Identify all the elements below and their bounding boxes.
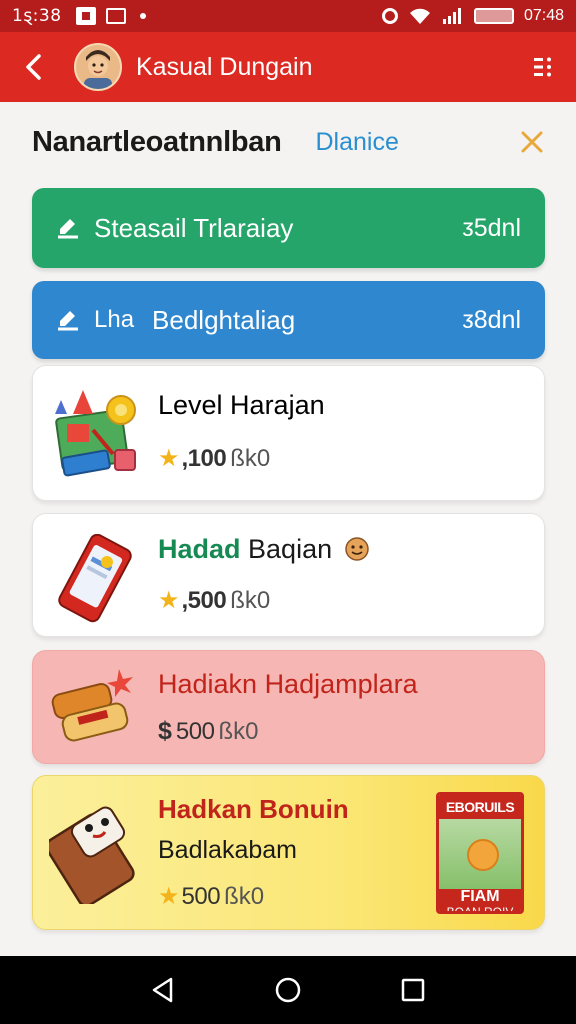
reward-card-hadiakn[interactable]: Hadiakn Hadjamplara $ 500 ßk0 bbox=[32, 650, 545, 764]
status-right: 07:48 bbox=[381, 7, 564, 25]
price-unit: ßk0 bbox=[230, 586, 271, 614]
ticket-roll-icon bbox=[51, 669, 133, 742]
price-unit: ßk0 bbox=[230, 444, 271, 472]
dollar-icon: $ bbox=[158, 717, 172, 745]
price-value: 500 bbox=[175, 717, 215, 745]
image-notification-icon bbox=[105, 8, 126, 24]
back-arrow-icon[interactable] bbox=[16, 49, 52, 85]
star-icon: ★ bbox=[158, 883, 180, 910]
promo-bottom-small: BOAN ROIV bbox=[446, 905, 514, 914]
banner-label: Steasail Trlaraiay bbox=[94, 212, 294, 243]
price-value: ,500 bbox=[181, 586, 227, 614]
star-icon: ★ bbox=[158, 587, 180, 614]
reward-card-hadad[interactable]: Hadad Baqian ★ ,500 ßk0 bbox=[32, 513, 545, 637]
nav-recents-icon[interactable] bbox=[393, 970, 433, 1010]
status-clock: 07:48 bbox=[523, 7, 564, 24]
card-title: Hadad Baqian bbox=[158, 534, 370, 565]
game-map-icon bbox=[55, 390, 136, 477]
promo-top-label: EBORUILS bbox=[439, 795, 521, 819]
chocolate-bar-icon bbox=[49, 806, 135, 904]
more-menu-icon[interactable] bbox=[528, 51, 560, 83]
edit-icon bbox=[56, 215, 82, 241]
reward-card-level[interactable]: Level Harajan ★ ,100 ßk0 bbox=[32, 365, 545, 501]
promo-bottom-big: FIAM bbox=[460, 888, 500, 905]
edit-icon bbox=[56, 307, 82, 333]
card-price: ★ ,500 ßk0 bbox=[158, 586, 270, 615]
status-bar: 1ȿ:38 07:48 bbox=[0, 0, 576, 32]
promo-bottom: FIAM BOAN ROIV bbox=[439, 888, 521, 914]
banner-amount: ᴣ5dnl bbox=[462, 213, 521, 242]
page-title: Nanartleoatnnlban bbox=[32, 125, 282, 158]
fruit-icon bbox=[467, 839, 499, 871]
balance-link[interactable]: Dlanice bbox=[316, 128, 399, 157]
balance-banner-green[interactable]: Steasail Trlaraiay ᴣ5dnl bbox=[32, 188, 545, 268]
banner-label: Bedlghtaliag bbox=[152, 304, 296, 335]
sync-icon bbox=[381, 8, 398, 24]
system-nav-bar bbox=[0, 956, 576, 1024]
price-value: ,100 bbox=[181, 444, 227, 472]
card-price: $ 500 ßk0 bbox=[158, 717, 258, 746]
battery-icon bbox=[473, 8, 514, 24]
phone-icon bbox=[58, 534, 132, 623]
app-bar: Kasual Dungain bbox=[0, 32, 576, 102]
notification-icon bbox=[75, 7, 96, 25]
card-title-accent: Hadad bbox=[158, 534, 241, 564]
dot-icon bbox=[139, 13, 146, 19]
signal-icon bbox=[442, 8, 461, 24]
app-title: Kasual Dungain bbox=[136, 52, 313, 81]
promo-badge[interactable]: EBORUILS FIAM BOAN ROIV bbox=[436, 792, 524, 914]
price-unit: ßk0 bbox=[224, 882, 265, 910]
status-time: 1ȿ:38 bbox=[12, 6, 62, 26]
header-row: Nanartleoatnnlban Dlanice bbox=[32, 120, 548, 164]
nav-home-icon[interactable] bbox=[268, 970, 308, 1010]
card-title: Level Harajan bbox=[158, 390, 325, 420]
banner-amount: ᴣ8dnl bbox=[462, 305, 521, 334]
card-price: ★ 500 ßk0 bbox=[158, 882, 264, 911]
price-unit: ßk0 bbox=[218, 717, 259, 745]
banner-prefix: Lha bbox=[94, 306, 135, 333]
reward-card-bonus[interactable]: Hadkan Bonuin Badlakabam ★ 500 ßk0 EBORU… bbox=[32, 775, 545, 930]
card-price: ★ ,100 ßk0 bbox=[158, 444, 270, 473]
card-subtitle: Badlakabam bbox=[158, 836, 297, 864]
avatar[interactable] bbox=[74, 43, 122, 91]
balance-banner-blue[interactable]: Lha Bedlghtaliag ᴣ8dnl bbox=[32, 281, 545, 359]
price-value: 500 bbox=[181, 882, 221, 910]
smile-emoji-icon bbox=[344, 537, 369, 561]
star-icon: ★ bbox=[158, 445, 180, 472]
close-icon[interactable] bbox=[516, 126, 548, 158]
card-title: Hadiakn Hadjamplara bbox=[158, 669, 418, 699]
card-title-rest: Baqian bbox=[240, 534, 333, 564]
promo-image bbox=[439, 819, 521, 889]
wifi-icon bbox=[409, 8, 430, 24]
card-title: Hadkan Bonuin bbox=[158, 794, 349, 824]
nav-back-icon[interactable] bbox=[143, 970, 183, 1010]
